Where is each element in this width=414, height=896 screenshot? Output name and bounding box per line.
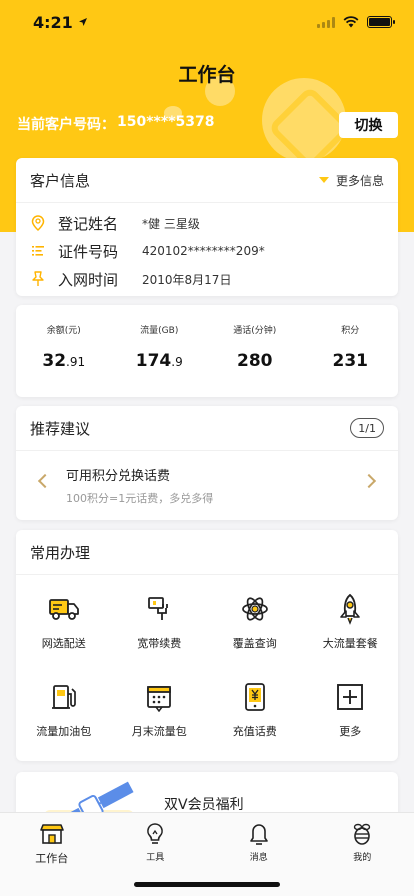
stat-label: 余额(元) xyxy=(46,326,81,336)
stat-call-minutes[interactable]: 通话(分钟) 280 xyxy=(207,305,303,397)
chevron-right-icon[interactable] xyxy=(361,473,377,489)
service-label: 流量加油包 xyxy=(36,725,92,738)
page-title: 工作台 xyxy=(178,64,236,86)
common-services-title: 常用办理 xyxy=(30,543,91,562)
service-month-end-data[interactable]: 月末流量包 xyxy=(112,675,208,763)
recommendation-item-title: 可用积分兑换话费 xyxy=(66,469,171,484)
service-label: 更多 xyxy=(339,725,362,738)
more-info-label: 更多信息 xyxy=(335,173,384,188)
rocket-icon xyxy=(334,593,366,625)
stat-label: 通话(分钟) xyxy=(233,326,277,336)
recommendation-item-desc: 100积分=1元话费，多兑多得 xyxy=(66,492,214,505)
cellular-signal-icon xyxy=(317,16,335,28)
service-label: 宽带续费 xyxy=(137,637,182,650)
stat-value: 32.91 xyxy=(42,351,86,371)
recommendation-title: 推荐建议 xyxy=(30,419,91,438)
account-stats-card: 余额(元) 32.91 流量(GB) 174.9 通话(分钟) 280 积分 2… xyxy=(16,305,398,397)
recommendation-card: 推荐建议 1/1 可用积分兑换话费 100积分=1元话费，多兑多得 xyxy=(16,406,398,520)
current-customer-number: 当前客户号码： 150****5378 xyxy=(17,114,214,134)
service-label: 充值话费 xyxy=(232,725,277,738)
recommendation-item[interactable]: 可用积分兑换话费 100积分=1元话费，多兑多得 xyxy=(16,451,398,519)
id-list-icon xyxy=(30,243,46,259)
bee-logo-watermark xyxy=(262,78,346,162)
tab-label: 工作台 xyxy=(35,852,69,865)
location-arrow-icon xyxy=(79,18,88,26)
info-row-join-date: 入网时间 2010年8月17日 xyxy=(16,265,398,293)
customer-info-title: 客户信息 xyxy=(30,171,91,190)
tab-label: 工具 xyxy=(146,853,165,863)
info-row-name: 登记姓名 *健 三星级 xyxy=(16,209,398,237)
user-location-icon xyxy=(30,215,46,231)
info-value: 2010年8月17日 xyxy=(142,272,232,287)
home-indicator xyxy=(134,882,280,887)
vip-benefits-title: 双V会员福利 xyxy=(164,797,244,813)
tab-mine[interactable]: 我的 xyxy=(311,813,414,896)
bell-icon xyxy=(246,822,272,846)
service-label: 覆盖查询 xyxy=(232,637,277,650)
stat-value: 280 xyxy=(237,351,273,371)
service-label: 大流量套餐 xyxy=(322,637,378,650)
stat-value: 231 xyxy=(332,351,369,371)
lightbulb-icon xyxy=(142,822,168,846)
common-services-card: 常用办理 网选配送 宽带续费 覆盖查询 大流量套餐 流量加油包 月末流量包 充值… xyxy=(16,530,398,761)
tab-label: 我的 xyxy=(353,853,372,863)
delivery-truck-icon xyxy=(48,593,80,625)
chevron-left-icon[interactable] xyxy=(37,473,53,489)
customer-info-card: 客户信息 更多信息 登记姓名 *健 三星级 证件号码 420102*******… xyxy=(16,158,398,296)
stat-points[interactable]: 积分 231 xyxy=(303,305,399,397)
monthly-calendar-icon xyxy=(143,681,175,713)
phone-yuan-icon xyxy=(239,681,271,713)
tab-label: 消息 xyxy=(249,853,268,863)
service-label: 网选配送 xyxy=(41,637,86,650)
dropdown-triangle-icon xyxy=(318,177,329,183)
customer-number-label: 当前客户号码： xyxy=(17,117,115,133)
battery-icon xyxy=(367,16,395,28)
service-data-boost[interactable]: 流量加油包 xyxy=(16,675,112,763)
pin-icon xyxy=(30,271,46,287)
info-row-id: 证件号码 420102********209* xyxy=(16,237,398,265)
service-more[interactable]: 更多 xyxy=(303,675,399,763)
service-big-data-plan[interactable]: 大流量套餐 xyxy=(303,587,399,675)
stat-label: 积分 xyxy=(341,326,360,336)
info-label: 证件号码 xyxy=(58,242,119,261)
service-top-up[interactable]: 充值话费 xyxy=(207,675,303,763)
info-value: *健 三星级 xyxy=(142,216,200,231)
service-broadband-renew[interactable]: 宽带续费 xyxy=(112,587,208,675)
plus-box-icon xyxy=(334,681,366,713)
fuel-pump-icon xyxy=(48,681,80,713)
wifi-icon xyxy=(343,16,359,28)
info-label: 登记姓名 xyxy=(58,214,119,233)
stat-balance[interactable]: 余额(元) 32.91 xyxy=(16,305,112,397)
switch-customer-button[interactable]: 切换 xyxy=(339,112,398,138)
status-bar: 4:21 xyxy=(0,0,414,44)
info-label: 入网时间 xyxy=(58,270,119,289)
tab-workbench[interactable]: 工作台 xyxy=(0,813,104,896)
more-info-link[interactable]: 更多信息 xyxy=(318,172,384,189)
service-online-delivery[interactable]: 网选配送 xyxy=(16,587,112,675)
status-time: 4:21 xyxy=(33,13,88,32)
service-coverage-query[interactable]: 覆盖查询 xyxy=(207,587,303,675)
shop-icon xyxy=(39,822,65,846)
service-label: 月末流量包 xyxy=(131,725,187,738)
stat-label: 流量(GB) xyxy=(140,326,179,336)
atom-coverage-icon xyxy=(239,593,271,625)
bee-icon xyxy=(349,822,375,846)
stat-value: 174.9 xyxy=(135,351,183,371)
broadband-plug-icon xyxy=(143,593,175,625)
stat-data-usage[interactable]: 流量(GB) 174.9 xyxy=(112,305,208,397)
customer-number-value: 150****5378 xyxy=(117,114,215,130)
info-value: 420102********209* xyxy=(142,244,265,258)
page-indicator-badge: 1/1 xyxy=(350,418,384,438)
